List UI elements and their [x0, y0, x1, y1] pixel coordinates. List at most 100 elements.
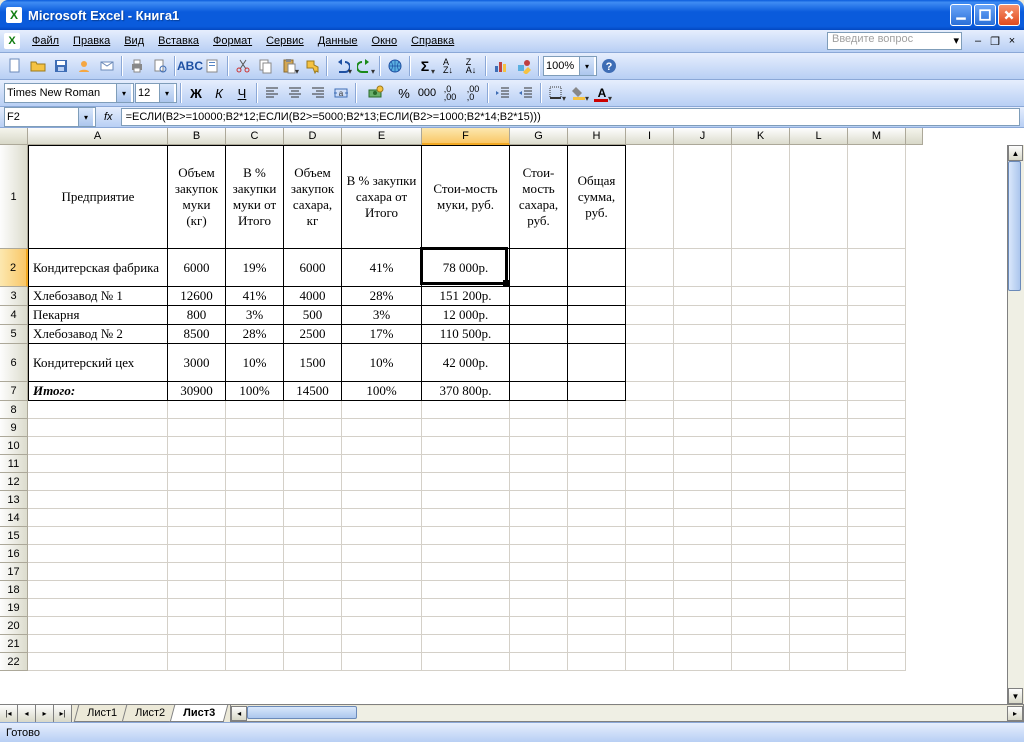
cell[interactable]	[28, 653, 168, 671]
cell[interactable]	[510, 617, 568, 635]
cell[interactable]	[342, 491, 422, 509]
cell[interactable]	[568, 306, 626, 325]
cell[interactable]	[226, 635, 284, 653]
cell[interactable]	[168, 599, 226, 617]
cell[interactable]	[422, 563, 510, 581]
cell[interactable]	[674, 437, 732, 455]
cell[interactable]	[674, 145, 732, 249]
cell[interactable]	[732, 599, 790, 617]
hscroll-thumb[interactable]	[247, 706, 357, 719]
tab-nav-last[interactable]: ▸|	[54, 705, 72, 722]
cell[interactable]	[568, 599, 626, 617]
mdi-restore-button[interactable]: ❐	[987, 33, 1003, 49]
column-header-F[interactable]: F	[422, 128, 510, 145]
column-header-G[interactable]: G	[510, 128, 568, 145]
menu-tools[interactable]: Сервис	[260, 33, 310, 49]
cell[interactable]	[732, 437, 790, 455]
cell[interactable]	[168, 437, 226, 455]
cell[interactable]	[342, 635, 422, 653]
cell[interactable]	[168, 419, 226, 437]
cell[interactable]	[626, 473, 674, 491]
menu-format[interactable]: Формат	[207, 33, 258, 49]
cell[interactable]	[510, 635, 568, 653]
cell[interactable]: Стои-мость сахара, руб.	[510, 145, 568, 249]
row-header[interactable]: 18	[0, 581, 28, 599]
cell[interactable]	[626, 437, 674, 455]
cell[interactable]	[848, 473, 906, 491]
column-header-B[interactable]: B	[168, 128, 226, 145]
cell[interactable]	[422, 491, 510, 509]
cell[interactable]: Пекарня	[28, 306, 168, 325]
cell[interactable]	[732, 617, 790, 635]
cell[interactable]	[510, 325, 568, 344]
cell[interactable]	[732, 581, 790, 599]
cell[interactable]	[510, 287, 568, 306]
row-header[interactable]: 22	[0, 653, 28, 671]
cell[interactable]	[168, 527, 226, 545]
format-painter-icon[interactable]	[301, 55, 323, 77]
cell[interactable]	[848, 145, 906, 249]
cell[interactable]	[168, 455, 226, 473]
fill-color-icon[interactable]	[568, 82, 590, 104]
cell[interactable]	[342, 401, 422, 419]
cell[interactable]	[790, 437, 848, 455]
column-header-C[interactable]: C	[226, 128, 284, 145]
cell[interactable]: Объем закупок сахара, кг	[284, 145, 342, 249]
cell[interactable]	[732, 249, 790, 287]
cell[interactable]: 500	[284, 306, 342, 325]
row-header[interactable]: 6	[0, 344, 28, 382]
cell[interactable]	[168, 545, 226, 563]
spelling-icon[interactable]: ABC	[179, 55, 201, 77]
cell[interactable]	[168, 509, 226, 527]
cell[interactable]	[510, 545, 568, 563]
bold-icon[interactable]: Ж	[185, 82, 207, 104]
cell[interactable]	[674, 287, 732, 306]
mdi-close-button[interactable]: ×	[1004, 33, 1020, 49]
cell[interactable]	[790, 287, 848, 306]
row-header[interactable]: 10	[0, 437, 28, 455]
cell[interactable]	[226, 509, 284, 527]
cell[interactable]	[848, 344, 906, 382]
cell[interactable]	[284, 545, 342, 563]
minimize-button[interactable]	[950, 4, 972, 26]
cell[interactable]	[168, 581, 226, 599]
row-header[interactable]: 2	[0, 249, 28, 287]
cell[interactable]	[226, 617, 284, 635]
cell[interactable]: Итого:	[28, 382, 168, 401]
cell[interactable]: В % закупки муки от Итого	[226, 145, 284, 249]
row-header[interactable]: 19	[0, 599, 28, 617]
cell[interactable]	[732, 382, 790, 401]
cell[interactable]	[510, 599, 568, 617]
print-icon[interactable]	[126, 55, 148, 77]
cell[interactable]	[284, 653, 342, 671]
cell[interactable]	[510, 491, 568, 509]
cell[interactable]	[790, 545, 848, 563]
align-left-icon[interactable]	[261, 82, 283, 104]
close-button[interactable]	[998, 4, 1020, 26]
font-name-combo[interactable]: Times New Roman▾	[4, 83, 134, 103]
row-header[interactable]: 1	[0, 145, 28, 249]
cell[interactable]	[342, 527, 422, 545]
cell[interactable]	[568, 344, 626, 382]
cell[interactable]	[790, 635, 848, 653]
cell[interactable]	[848, 635, 906, 653]
cell[interactable]: Хлебозавод № 2	[28, 325, 168, 344]
row-header[interactable]: 17	[0, 563, 28, 581]
cell[interactable]	[422, 473, 510, 491]
cell[interactable]	[28, 581, 168, 599]
cell[interactable]	[226, 599, 284, 617]
cell[interactable]	[626, 653, 674, 671]
cell[interactable]: 110 500р.	[422, 325, 510, 344]
cell[interactable]: 4000	[284, 287, 342, 306]
cell[interactable]	[28, 473, 168, 491]
cell[interactable]	[568, 581, 626, 599]
align-right-icon[interactable]	[307, 82, 329, 104]
cell[interactable]	[422, 437, 510, 455]
horizontal-scrollbar[interactable]: ◂ ▸	[230, 705, 1024, 722]
cell[interactable]	[626, 382, 674, 401]
cell[interactable]: 10%	[226, 344, 284, 382]
cell[interactable]	[790, 145, 848, 249]
cell[interactable]	[732, 325, 790, 344]
cell[interactable]	[790, 581, 848, 599]
cell[interactable]	[568, 437, 626, 455]
